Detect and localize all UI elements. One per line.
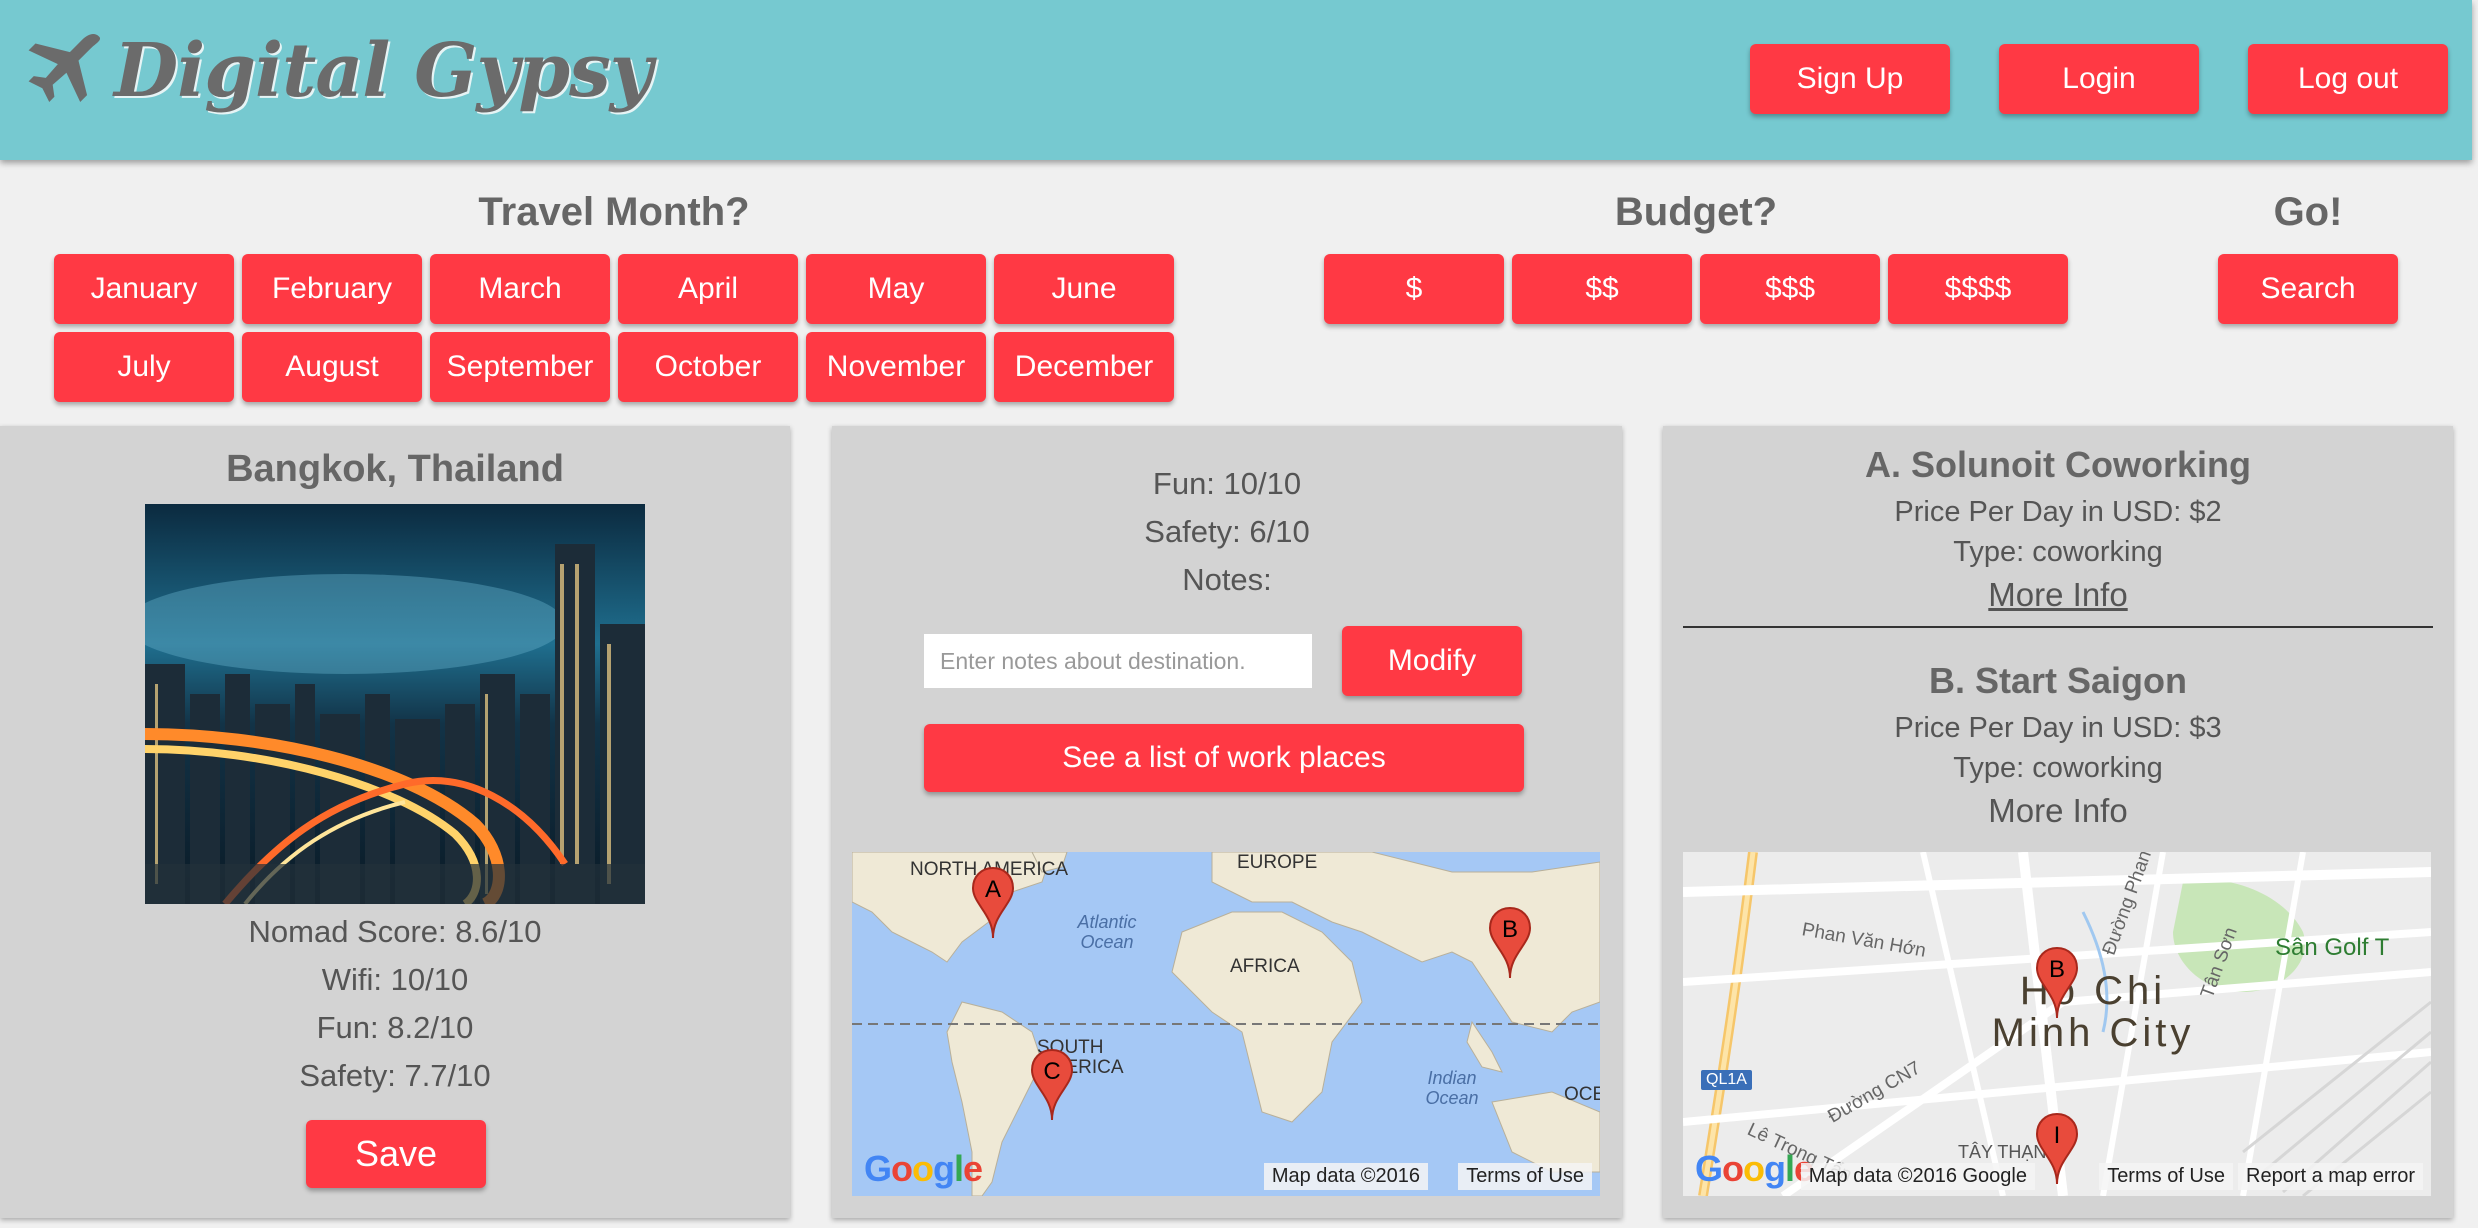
- sign-up-button[interactable]: Sign Up: [1750, 44, 1950, 114]
- budget-title: Budget?: [1614, 190, 1778, 234]
- google-logo: Google: [1695, 1148, 1814, 1189]
- world-map[interactable]: NORTH AMERICA EUROPE AFRICA SOUTH AMERIC…: [852, 852, 1600, 1196]
- month-button-may[interactable]: May: [806, 254, 986, 324]
- city-map[interactable]: Ho Chi Minh City Phan Văn Hớn Đường Phan…: [1683, 852, 2431, 1196]
- safety-score: Safety: 7.7/10: [299, 1058, 491, 1093]
- budget-button-2[interactable]: $$: [1512, 254, 1692, 324]
- map-poi-golf: Sân Golf T: [2275, 934, 2390, 961]
- month-button-september[interactable]: September: [430, 332, 610, 402]
- month-button-april[interactable]: April: [618, 254, 798, 324]
- destination-panel: Bangkok, Thailand Nomad Score: 8.6/10 Wi…: [0, 426, 790, 1218]
- month-button-november[interactable]: November: [806, 332, 986, 402]
- month-button-july[interactable]: July: [54, 332, 234, 402]
- modify-button[interactable]: Modify: [1342, 626, 1522, 696]
- search-button[interactable]: Search: [2218, 254, 2398, 324]
- marker-letter: B: [2048, 956, 2065, 983]
- map-terms-link[interactable]: Terms of Use: [1458, 1163, 1592, 1190]
- map-label-europe: EUROPE: [1237, 852, 1318, 873]
- go-title: Go!: [2273, 190, 2343, 234]
- marker-letter: A: [984, 876, 1001, 903]
- budget-button-1[interactable]: $: [1324, 254, 1504, 324]
- workplace-price: Price Per Day in USD: $2: [1894, 496, 2222, 528]
- workplace-type: Type: coworking: [1953, 752, 2163, 784]
- wifi-score: Wifi: 10/10: [321, 962, 469, 997]
- divider: [1683, 626, 2433, 628]
- work-places-button[interactable]: See a list of work places: [924, 724, 1524, 792]
- workplace-title: B. Start Saigon: [1928, 660, 2188, 701]
- budget-button-4[interactable]: $$$$: [1888, 254, 2068, 324]
- map-marker-a[interactable]: A: [971, 866, 1015, 940]
- notes-label: Notes:: [1182, 562, 1272, 597]
- city-photo: [145, 504, 645, 904]
- world-map-canvas: [852, 852, 1600, 1196]
- save-button[interactable]: Save: [306, 1120, 486, 1188]
- airplane-icon: [28, 34, 101, 102]
- month-button-march[interactable]: March: [430, 254, 610, 324]
- map-label-indian: Indian Ocean: [1425, 1068, 1479, 1108]
- month-button-june[interactable]: June: [994, 254, 1174, 324]
- map-marker-i[interactable]: I: [2035, 1112, 2079, 1186]
- map-highway-badge: QL1A: [1701, 1070, 1752, 1090]
- logout-button[interactable]: Log out: [2248, 44, 2448, 114]
- marker-letter: I: [2053, 1122, 2061, 1149]
- month-button-december[interactable]: December: [994, 332, 1174, 402]
- workplace-more-info-link[interactable]: More Info: [1663, 792, 2453, 824]
- month-button-february[interactable]: February: [242, 254, 422, 324]
- budget-button-3[interactable]: $$$: [1700, 254, 1880, 324]
- map-label-oceania: OCE: [1564, 1084, 1600, 1105]
- month-button-august[interactable]: August: [242, 332, 422, 402]
- month-button-october[interactable]: October: [618, 332, 798, 402]
- workplaces-panel: A. Solunoit Coworking Price Per Day in U…: [1663, 426, 2453, 1218]
- google-logo: Google: [864, 1148, 983, 1189]
- map-terms-link[interactable]: Terms of Use: [2099, 1163, 2233, 1190]
- travel-month-title: Travel Month?: [478, 190, 750, 234]
- fun-score: Fun: 8.2/10: [316, 1010, 474, 1045]
- marker-letter: B: [1501, 916, 1518, 943]
- map-report-error-link[interactable]: Report a map error: [2238, 1163, 2423, 1190]
- safety-score: Safety: 6/10: [1144, 514, 1310, 549]
- workplace-type: Type: coworking: [1953, 536, 2163, 568]
- app-header: Digital Gypsy Sign Up Login Log out: [0, 0, 2472, 160]
- map-label-africa: AFRICA: [1230, 956, 1300, 977]
- details-panel: Fun: 10/10 Safety: 6/10 Notes: Enter not…: [832, 426, 1622, 1218]
- workplace-more-info-link[interactable]: More Info: [1663, 576, 2453, 614]
- login-button[interactable]: Login: [1999, 44, 2199, 114]
- nomad-score: Nomad Score: 8.6/10: [248, 914, 542, 949]
- marker-letter: C: [1043, 1058, 1061, 1085]
- logo-text: Digital Gypsy: [114, 28, 653, 114]
- map-marker-b[interactable]: B: [1488, 906, 1532, 980]
- month-button-january[interactable]: January: [54, 254, 234, 324]
- workplace-title: A. Solunoit Coworking: [1865, 444, 2251, 485]
- logo[interactable]: Digital Gypsy: [20, 28, 653, 114]
- map-marker-b[interactable]: B: [2035, 946, 2079, 1020]
- workplace-price: Price Per Day in USD: $3: [1894, 712, 2222, 744]
- notes-input[interactable]: Enter notes about destination.: [924, 634, 1312, 688]
- map-marker-c[interactable]: C: [1030, 1048, 1074, 1122]
- destination-title: Bangkok, Thailand: [226, 448, 564, 490]
- map-label-city: Ho Chi Minh City: [1991, 969, 2195, 1055]
- map-data-credit: Map data ©2016 Google: [1800, 1163, 2035, 1190]
- fun-score: Fun: 10/10: [1152, 466, 1302, 501]
- map-label-atlantic: Atlantic Ocean: [1077, 912, 1137, 952]
- map-data-credit: Map data ©2016: [1263, 1163, 1428, 1190]
